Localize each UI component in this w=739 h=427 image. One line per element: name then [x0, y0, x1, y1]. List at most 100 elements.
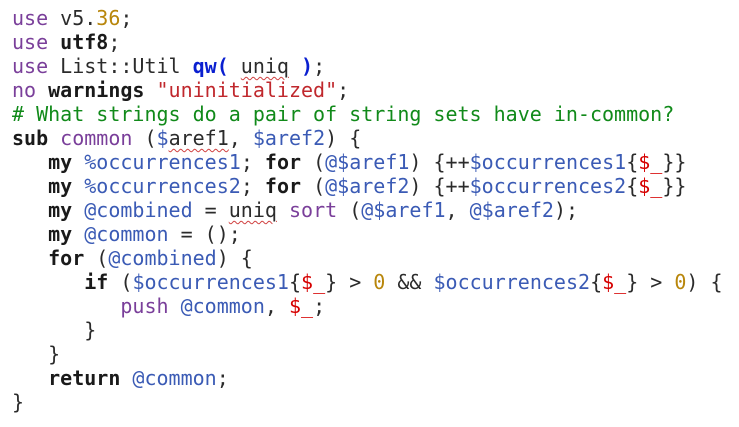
keyword-token: if: [84, 270, 109, 294]
builtin-token: no: [12, 78, 37, 102]
code-text: } >: [626, 270, 675, 294]
code-text: (: [301, 174, 326, 198]
code-line[interactable]: my %occurrences1; for (@$aref1) {++$occu…: [12, 150, 723, 174]
code-text: ;: [337, 78, 350, 102]
code-line[interactable]: my %occurrences2; for (@$aref2) {++$occu…: [12, 174, 723, 198]
code-line[interactable]: use v5.36;: [12, 6, 723, 30]
qw-operator: qw(: [192, 54, 229, 78]
keyword-token: for: [264, 150, 302, 174]
variable-token: @common: [84, 222, 169, 246]
variable-token: @$aref1: [361, 198, 446, 222]
keyword-token: return: [48, 366, 121, 390]
code-text: {: [590, 270, 603, 294]
code-text: ;: [216, 366, 229, 390]
code-line[interactable]: if ($occurrences1{$_} > 0 && $occurrence…: [12, 270, 723, 294]
code-line[interactable]: push @common, $_;: [12, 294, 723, 318]
builtin-token: common: [60, 126, 133, 150]
keyword-token: for: [264, 174, 302, 198]
builtin-token: use: [12, 54, 49, 78]
keyword-token: for: [48, 246, 85, 270]
variable-token: @combined: [108, 246, 217, 270]
code-text: {: [626, 150, 639, 174]
code-text: =: [192, 198, 229, 222]
code-text: );: [553, 198, 579, 222]
code-text: ) {: [686, 270, 723, 294]
variable-token: $: [156, 126, 169, 150]
code-line[interactable]: }: [12, 390, 723, 414]
variable-token: @common: [132, 366, 217, 390]
special-variable-token: $_: [602, 270, 627, 294]
code-text: }: [12, 318, 97, 342]
code-line[interactable]: my @common = ();: [12, 222, 723, 246]
code-text: &&: [385, 270, 434, 294]
builtin-token: push: [120, 294, 169, 318]
code-line[interactable]: use List::Util qw( uniq );: [12, 54, 723, 78]
variable-token: $occurrences1: [469, 150, 627, 174]
keyword-token: my: [48, 174, 73, 198]
code-line[interactable]: for (@combined) {: [12, 246, 723, 270]
code-text: ;: [240, 150, 265, 174]
code-text: v5.: [48, 6, 97, 30]
code-line[interactable]: sub common ($aref1, $aref2) {: [12, 126, 723, 150]
code-line[interactable]: my @combined = uniq sort (@$aref1, @$are…: [12, 198, 723, 222]
code-text: }: [12, 342, 61, 366]
variable-token: $occurrences2: [433, 270, 591, 294]
code-text: ) {++: [409, 174, 470, 198]
variable-token: $occurrences1: [132, 270, 289, 294]
code-line[interactable]: # What strings do a pair of string sets …: [12, 102, 723, 126]
code-text: } >: [325, 270, 374, 294]
code-text: }: [12, 390, 25, 414]
code-editor[interactable]: use v5.36; use utf8; use List::Util qw( un…: [12, 6, 723, 414]
code-text: ;: [313, 54, 326, 78]
code-comment: # What strings do a pair of string sets …: [12, 102, 675, 126]
qw-operator: ): [301, 54, 314, 78]
code-text: (: [108, 270, 133, 294]
code-line[interactable]: }: [12, 342, 723, 366]
variable-token: @combined: [84, 198, 193, 222]
spellcheck-flagged-word: aref1: [168, 126, 229, 150]
builtin-token: use: [12, 6, 49, 30]
variable-token: $aref2: [252, 126, 326, 150]
code-text: ) {: [325, 126, 362, 150]
code-text: {: [288, 270, 302, 294]
builtin-token: use: [12, 30, 49, 54]
code-line[interactable]: }: [12, 318, 723, 342]
special-variable-token: $_: [638, 174, 663, 198]
keyword-token: my: [48, 198, 73, 222]
code-line[interactable]: no warnings "uninitialized";: [12, 78, 723, 102]
keyword-token: sub: [12, 126, 49, 150]
special-variable-token: $_: [301, 270, 326, 294]
code-text: ;: [120, 6, 133, 30]
keyword-token: my: [48, 150, 73, 174]
builtin-token: sort: [288, 198, 338, 222]
variable-token: %occurrences2: [84, 174, 241, 198]
string-literal: "uninitialized": [156, 78, 338, 102]
code-text: (: [132, 126, 157, 150]
code-text: ;: [108, 30, 121, 54]
keyword-token: utf8: [60, 30, 109, 54]
code-text: (: [337, 198, 362, 222]
special-variable-token: $_: [288, 294, 314, 318]
code-text: {: [626, 174, 639, 198]
code-line[interactable]: use utf8;: [12, 30, 723, 54]
variable-token: @$aref1: [325, 150, 410, 174]
spellcheck-flagged-word: uniq: [228, 198, 277, 222]
code-line[interactable]: return @common;: [12, 366, 723, 390]
spellcheck-flagged-word: uniq: [240, 54, 289, 78]
